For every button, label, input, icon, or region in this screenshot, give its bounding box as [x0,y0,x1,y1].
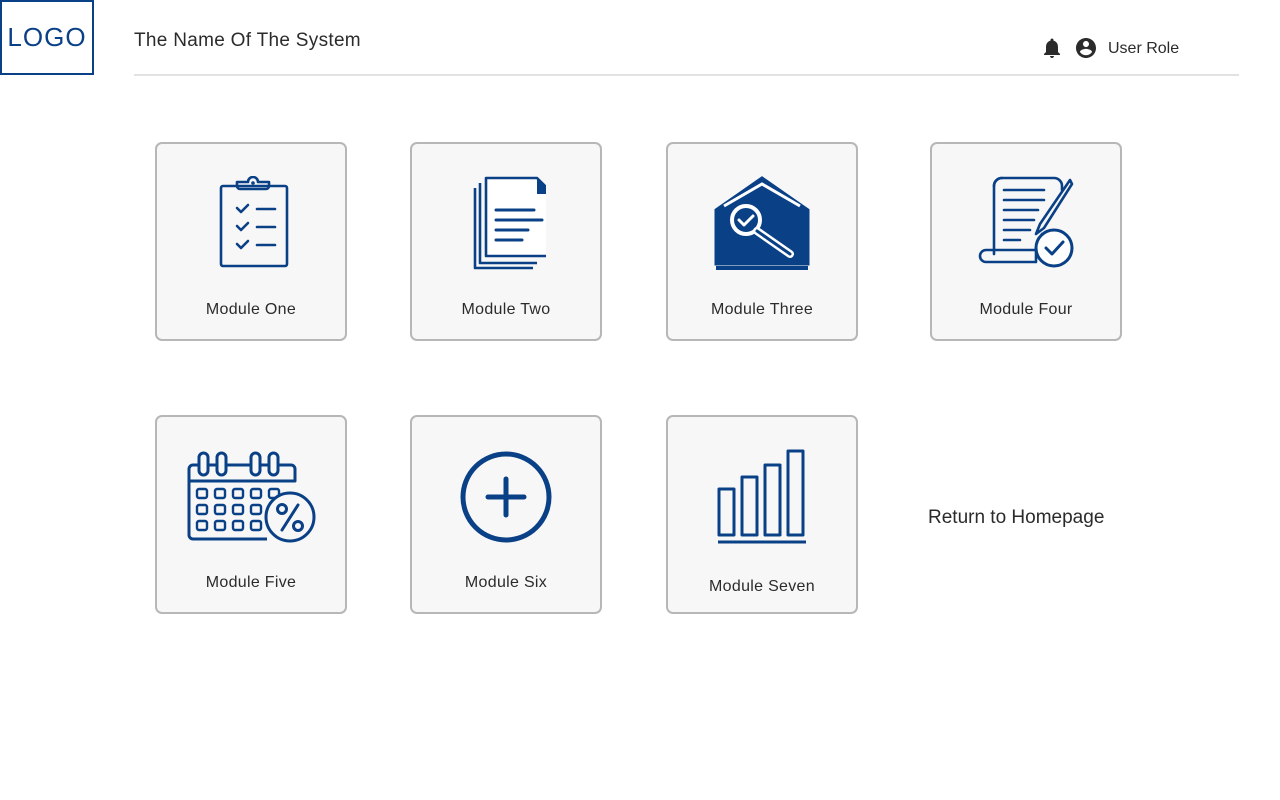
module-card-label: Module Six [464,574,548,591]
account-circle-icon[interactable] [1074,36,1098,60]
plus-circle-icon [460,451,552,543]
logo[interactable]: LOGO [0,0,94,75]
module-card-four[interactable]: Module Four [930,142,1122,341]
module-card-label: Module Five [205,574,297,591]
house-search-icon [714,176,810,270]
return-to-homepage-link[interactable]: Return to Homepage [928,507,1104,529]
module-card-label: Module Two [461,301,551,318]
bell-icon[interactable] [1040,36,1064,60]
module-card-six[interactable]: Module Six [410,415,602,614]
user-role[interactable]: User Role [1108,40,1179,58]
module-card-label: Module Four [979,301,1073,318]
module-card-label: Module Seven [709,578,815,595]
module-card-three[interactable]: Module Three [666,142,858,341]
module-card-one[interactable]: Module One [155,142,347,341]
module-card-label: Module Three [710,301,814,318]
header-divider [134,74,1239,76]
scroll-signed-certificate-icon [978,176,1074,268]
bar-chart-icon [717,449,806,544]
calendar-percent-icon [187,451,316,543]
module-card-seven[interactable]: Module Seven [666,415,858,614]
clipboard-checklist-icon [219,176,289,268]
module-card-two[interactable]: Module Two [410,142,602,341]
module-card-five[interactable]: Module Five [155,415,347,614]
documents-stack-icon [473,176,546,270]
module-card-label: Module One [205,301,297,318]
system-title: The Name Of The System [134,30,361,51]
